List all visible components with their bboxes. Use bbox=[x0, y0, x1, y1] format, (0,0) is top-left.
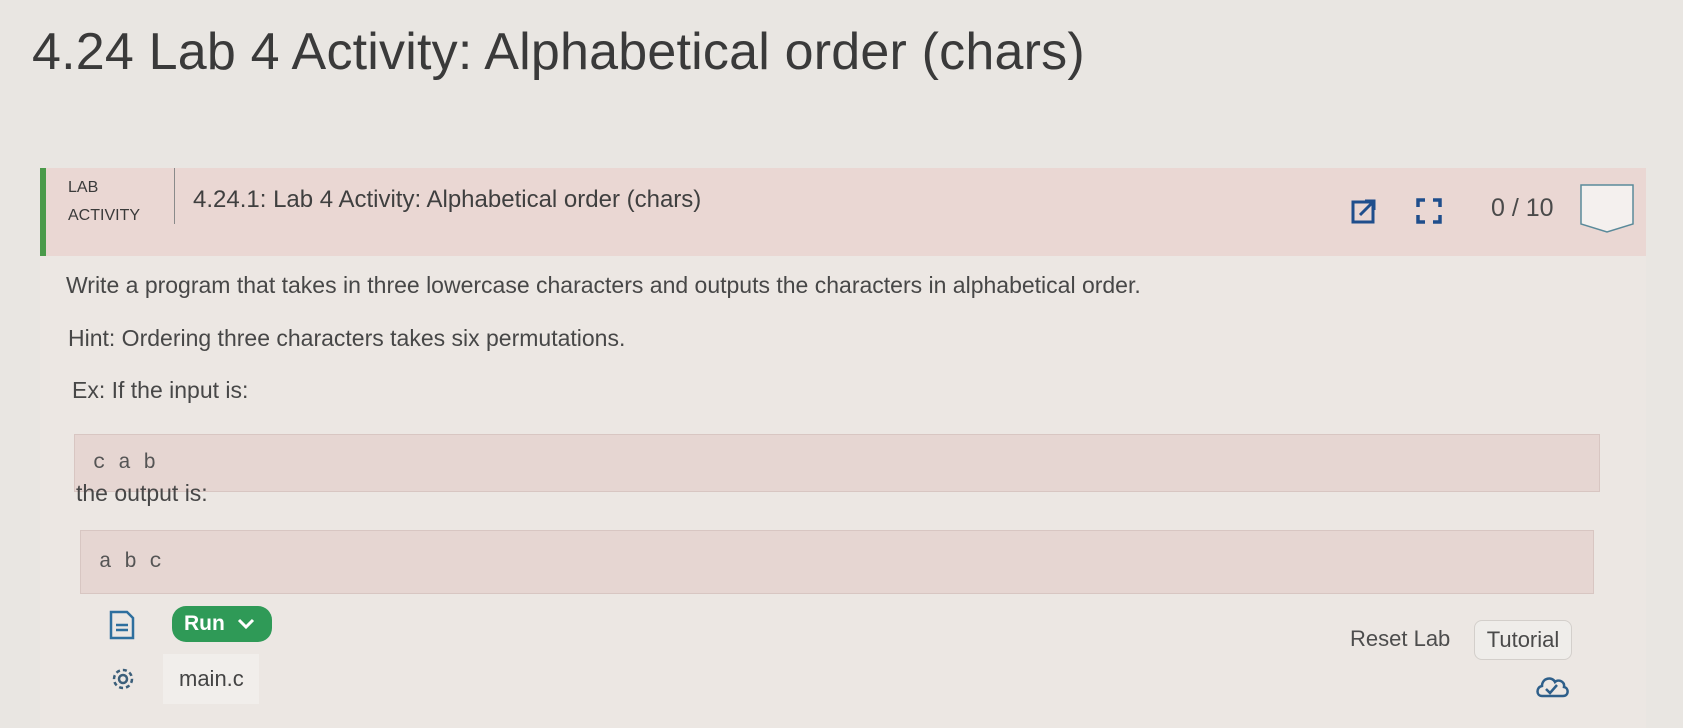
example-intro-text: Ex: If the input is: bbox=[72, 377, 249, 403]
output-intro-text: the output is: bbox=[76, 480, 208, 506]
hint-text: Hint: Ordering three characters takes si… bbox=[68, 325, 626, 351]
completion-badge-icon bbox=[1580, 184, 1634, 233]
file-tab-label: main.c bbox=[179, 666, 244, 691]
lab-tag-line1: LAB bbox=[68, 179, 99, 196]
lab-header: LAB ACTIVITY 4.24.1: Lab 4 Activity: Alp… bbox=[40, 168, 1646, 256]
score-label: 0 / 10 bbox=[1491, 194, 1554, 222]
header-divider bbox=[174, 168, 175, 224]
cloud-check-icon bbox=[1536, 677, 1569, 698]
chevron-down-icon[interactable] bbox=[237, 618, 255, 630]
lab-tag-line2: ACTIVITY bbox=[68, 207, 141, 224]
tutorial-button-label: Tutorial bbox=[1486, 627, 1560, 652]
example-output-text: a b c bbox=[99, 550, 163, 574]
external-link-icon[interactable] bbox=[1351, 198, 1377, 224]
prompt-text: Write a program that takes in three lowe… bbox=[66, 272, 1141, 298]
example-input-block: c a b bbox=[74, 434, 1600, 492]
example-input-text: c a b bbox=[93, 451, 157, 475]
gear-icon[interactable] bbox=[108, 664, 138, 694]
tutorial-button[interactable]: Tutorial bbox=[1474, 620, 1572, 660]
file-icon[interactable] bbox=[108, 610, 136, 640]
fullscreen-icon[interactable] bbox=[1416, 198, 1442, 224]
run-button[interactable]: Run bbox=[172, 606, 272, 642]
lab-title: 4.24.1: Lab 4 Activity: Alphabetical ord… bbox=[193, 186, 702, 213]
page-title: 4.24 Lab 4 Activity: Alphabetical order … bbox=[32, 23, 1085, 81]
file-tab-main-c[interactable]: main.c bbox=[163, 654, 259, 704]
example-output-block: a b c bbox=[80, 530, 1594, 594]
run-button-label: Run bbox=[184, 612, 225, 635]
reset-lab-button[interactable]: Reset Lab bbox=[1350, 626, 1450, 652]
lab-activity-tag: LAB ACTIVITY bbox=[68, 174, 140, 230]
